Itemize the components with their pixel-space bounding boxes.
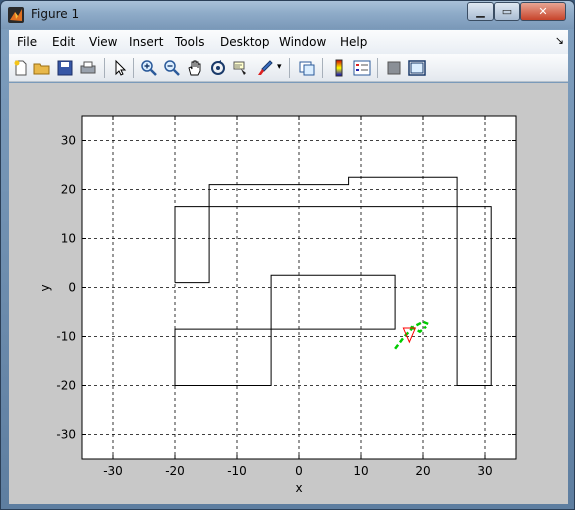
x-axis-label: x bbox=[295, 481, 302, 495]
figure-window: Figure 1 ▁ ▭ ✕ File Edit View Insert Too… bbox=[0, 0, 575, 510]
x-tick-label: 0 bbox=[295, 464, 303, 478]
menu-window[interactable]: Window bbox=[279, 35, 326, 49]
menu-dock-arrow-icon[interactable]: ↘ bbox=[555, 34, 564, 47]
menu-insert[interactable]: Insert bbox=[129, 35, 163, 49]
menu-bar: File Edit View Insert Tools Desktop Wind… bbox=[9, 30, 568, 54]
rotate-3d-icon[interactable] bbox=[209, 59, 227, 77]
y-tick-label: -30 bbox=[56, 428, 76, 442]
menu-file[interactable]: File bbox=[17, 35, 37, 49]
menu-desktop[interactable]: Desktop bbox=[220, 35, 270, 49]
x-tick-label: 20 bbox=[415, 464, 430, 478]
open-file-icon[interactable] bbox=[33, 59, 51, 77]
menu-edit[interactable]: Edit bbox=[52, 35, 75, 49]
minimize-button[interactable]: ▁ bbox=[467, 2, 494, 21]
y-axis-label: y bbox=[38, 284, 52, 291]
print-icon[interactable] bbox=[79, 59, 97, 77]
x-tick-label: 30 bbox=[477, 464, 492, 478]
y-tick-label: 0 bbox=[68, 281, 76, 295]
save-icon[interactable] bbox=[56, 59, 74, 77]
x-tick-label: -30 bbox=[103, 464, 123, 478]
maximize-button[interactable]: ▭ bbox=[494, 2, 520, 21]
toolbar-separator bbox=[104, 58, 105, 78]
x-tick-label: 10 bbox=[353, 464, 368, 478]
menu-view[interactable]: View bbox=[89, 35, 117, 49]
matlab-icon bbox=[8, 7, 24, 23]
x-tick-label: -10 bbox=[227, 464, 247, 478]
zoom-in-icon[interactable] bbox=[140, 59, 158, 77]
menu-help[interactable]: Help bbox=[340, 35, 367, 49]
toolbar-separator bbox=[289, 58, 290, 78]
x-tick-label: -20 bbox=[165, 464, 185, 478]
toolbar-separator bbox=[133, 58, 134, 78]
y-tick-label: 20 bbox=[61, 183, 76, 197]
title-bar[interactable]: Figure 1 ▁ ▭ ✕ bbox=[1, 1, 574, 29]
close-button[interactable]: ✕ bbox=[520, 2, 566, 21]
y-tick-label: -10 bbox=[56, 330, 76, 344]
toolbar: ▾ bbox=[9, 54, 568, 82]
y-tick-label: -20 bbox=[56, 379, 76, 393]
legend-icon[interactable] bbox=[353, 59, 371, 77]
hide-plot-tools-icon[interactable] bbox=[385, 59, 403, 77]
toolbar-separator bbox=[322, 58, 323, 78]
pan-hand-icon[interactable] bbox=[186, 59, 204, 77]
plot-axes[interactable]: -30 -20 -10 0 10 20 30 -30 -20 -10 0 10 20 30 x y bbox=[9, 83, 568, 504]
colorbar-icon[interactable] bbox=[330, 59, 348, 77]
data-cursor-icon[interactable] bbox=[232, 59, 250, 77]
y-tick-label: 10 bbox=[61, 232, 76, 246]
y-tick-label: 30 bbox=[61, 134, 76, 148]
menu-tools[interactable]: Tools bbox=[175, 35, 205, 49]
toolbar-separator bbox=[377, 58, 378, 78]
brush-icon[interactable] bbox=[256, 59, 274, 77]
window-title: Figure 1 bbox=[31, 7, 80, 21]
brush-dropdown-icon[interactable]: ▾ bbox=[277, 62, 285, 80]
edit-plot-arrow-icon[interactable] bbox=[111, 59, 129, 77]
new-figure-icon[interactable] bbox=[12, 59, 30, 77]
zoom-out-icon[interactable] bbox=[163, 59, 181, 77]
figure-canvas: -30 -20 -10 0 10 20 30 -30 -20 -10 0 10 20 30 x y bbox=[9, 83, 568, 504]
link-plot-icon[interactable] bbox=[298, 59, 316, 77]
show-plot-tools-icon[interactable] bbox=[408, 59, 426, 77]
